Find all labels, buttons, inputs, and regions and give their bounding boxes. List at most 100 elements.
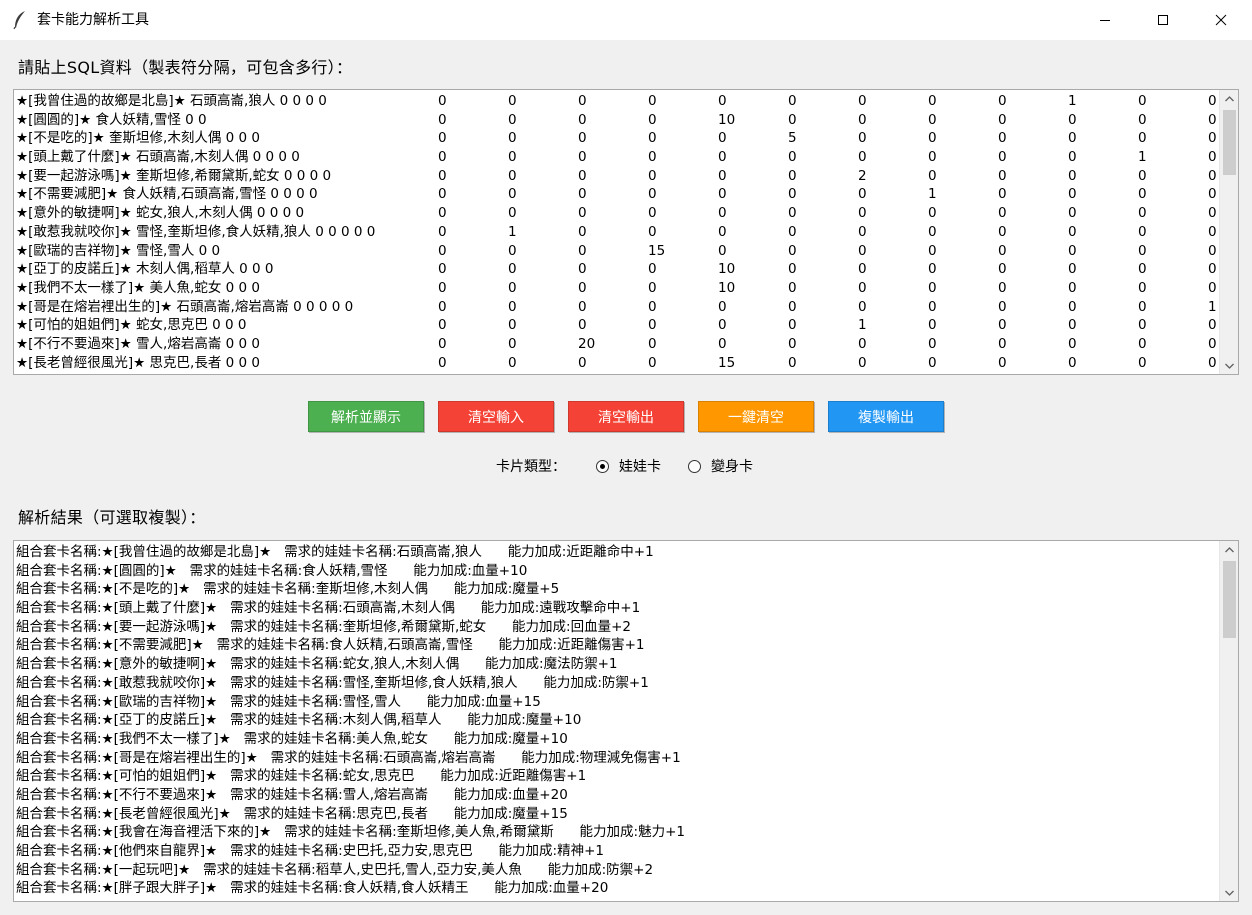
clear-input-button[interactable]: 清空輸入 — [438, 401, 554, 432]
input-line-text: ★[長老曾經很風光]★ 思克巴,長者 0 0 0 — [16, 354, 260, 371]
chevron-down-icon — [1225, 363, 1234, 369]
input-cell: 0 — [1208, 130, 1217, 147]
input-cell: 0 — [998, 186, 1007, 203]
input-cell: 0 — [508, 186, 517, 203]
scroll-down-arrow[interactable] — [1220, 884, 1238, 901]
input-cell: 0 — [788, 223, 797, 240]
input-cell: 0 — [1068, 111, 1077, 128]
input-cell: 0 — [508, 354, 517, 371]
input-cell: 0 — [718, 93, 727, 109]
input-cell: 0 — [438, 279, 447, 296]
input-cell: 0 — [438, 261, 447, 278]
input-cell: 0 — [1068, 242, 1077, 259]
input-cell: 0 — [998, 93, 1007, 109]
input-line: ★[頭上戴了什麼]★ 石頭高崙,木刻人偶 0 0 0 0 0 0 0 0 0 0 0 0 0 0 1 0 — [16, 148, 1218, 167]
input-cell: 0 — [578, 93, 587, 109]
input-cell: 0 — [508, 167, 517, 184]
input-cell: 0 — [648, 186, 657, 203]
close-button[interactable] — [1192, 0, 1250, 40]
radio-doll-card-label[interactable]: 娃娃卡 — [619, 457, 661, 477]
radio-doll-card[interactable] — [596, 460, 609, 473]
input-cell: 0 — [788, 93, 797, 109]
input-cell: 0 — [788, 205, 797, 222]
input-cell: 15 — [718, 354, 736, 371]
input-cell: 0 — [718, 205, 727, 222]
input-cell: 0 — [858, 130, 867, 147]
input-cell: 0 — [788, 298, 797, 315]
input-line: ★[不需要減肥]★ 食人妖精,石頭高崙,雪怪 0 0 0 0 0 0 0 0 0 0 0 1 0 0… — [16, 185, 1218, 204]
input-cell: 0 — [438, 149, 447, 166]
scroll-up-arrow[interactable] — [1220, 541, 1238, 558]
input-cell: 0 — [1138, 167, 1147, 184]
input-line-text: ★[頭上戴了什麼]★ 石頭高崙,木刻人偶 0 0 0 0 — [16, 149, 300, 166]
scroll-thumb[interactable] — [1223, 110, 1236, 175]
input-cell: 0 — [928, 317, 937, 334]
input-line-text: ★[不行不要過來]★ 雪人,熔岩高崙 0 0 0 — [16, 335, 260, 352]
input-line-text: ★[我們不太一樣了]★ 美人魚,蛇女 0 0 0 — [16, 279, 260, 296]
input-scrollbar[interactable] — [1219, 90, 1238, 374]
input-line: ★[長老曾經很風光]★ 思克巴,長者 0 0 0 0 0 0 0 15 0 0 0 0 0 0 0 — [16, 354, 1218, 372]
input-cell: 0 — [1068, 186, 1077, 203]
input-cell: 0 — [578, 149, 587, 166]
input-cell: 0 — [508, 93, 517, 109]
input-line: ★[要一起游泳嗎]★ 奎斯坦修,希爾黛斯,蛇女 0 0 0 0 0 0 0 0 0 0 2 0 0… — [16, 167, 1218, 186]
input-cell: 5 — [788, 130, 797, 147]
input-cell: 0 — [1138, 93, 1147, 109]
input-cell: 0 — [928, 354, 937, 371]
input-cell: 0 — [438, 93, 447, 109]
input-line: ★[我們不太一樣了]★ 美人魚,蛇女 0 0 0 0 0 0 0 10 0 0 0 0 0 0 0 — [16, 279, 1218, 298]
input-cell: 0 — [998, 317, 1007, 334]
input-cell: 0 — [648, 149, 657, 166]
input-cell: 0 — [1138, 130, 1147, 147]
clear-output-button[interactable]: 清空輸出 — [568, 401, 684, 432]
radio-transform-card-label[interactable]: 變身卡 — [711, 457, 753, 477]
input-cell: 0 — [718, 223, 727, 240]
input-cell: 2 — [858, 167, 867, 184]
clear-all-button[interactable]: 一鍵清空 — [698, 401, 814, 432]
input-cell: 0 — [1068, 223, 1077, 240]
input-cell: 0 — [508, 298, 517, 315]
input-line-text: ★[要一起游泳嗎]★ 奎斯坦修,希爾黛斯,蛇女 0 0 0 0 — [16, 167, 332, 184]
input-cell: 0 — [438, 317, 447, 334]
input-line-text: ★[亞丁的皮諾丘]★ 木刻人偶,稻草人 0 0 0 — [16, 261, 274, 278]
maximize-button[interactable] — [1134, 0, 1192, 40]
input-cell: 0 — [928, 111, 937, 128]
input-cell: 0 — [718, 298, 727, 315]
input-cell: 0 — [858, 335, 867, 352]
input-line: ★[歐瑞的吉祥物]★ 雪怪,雪人 0 0 0 0 0 15 0 0 0 0 0 0 0 0 — [16, 242, 1218, 261]
output-textarea[interactable]: 組合套卡名稱:★[我曾住過的故鄉是北島]★ 需求的娃娃卡名稱:石頭高崙,狼人 能… — [13, 540, 1239, 902]
input-cell: 0 — [578, 261, 587, 278]
chevron-up-icon — [1225, 546, 1234, 552]
output-scrollbar[interactable] — [1219, 541, 1238, 901]
input-cell: 0 — [648, 205, 657, 222]
input-cell: 0 — [998, 149, 1007, 166]
input-cell: 0 — [998, 111, 1007, 128]
radio-transform-card[interactable] — [688, 460, 701, 473]
sql-input-textarea[interactable]: ★[我曾住過的故鄉是北島]★ 石頭高崙,狼人 0 0 0 0 0 0 0 0 0 0 0 0 0 1… — [13, 89, 1239, 375]
scroll-down-arrow[interactable] — [1220, 357, 1238, 374]
parse-button[interactable]: 解析並顯示 — [308, 401, 424, 432]
input-cell: 0 — [928, 279, 937, 296]
input-cell: 0 — [1208, 242, 1217, 259]
output-line: 組合套卡名稱:★[意外的敏捷啊]★ 需求的娃娃卡名稱:蛇女,狼人,木刻人偶 能力… — [16, 656, 618, 673]
input-cell: 0 — [1138, 317, 1147, 334]
input-cell: 0 — [718, 335, 727, 352]
scroll-up-arrow[interactable] — [1220, 90, 1238, 107]
input-cell: 0 — [1138, 354, 1147, 371]
feather-icon — [13, 11, 25, 30]
input-cell: 10 — [718, 261, 736, 278]
input-cell: 0 — [1138, 261, 1147, 278]
input-line: ★[可怕的姐姐們]★ 蛇女,思克巴 0 0 0 0 0 0 0 0 0 1 0 0 0 0 0 — [16, 316, 1218, 335]
input-cell: 0 — [928, 149, 937, 166]
input-cell: 0 — [788, 317, 797, 334]
input-cell: 0 — [788, 335, 797, 352]
input-cell: 0 — [998, 242, 1007, 259]
minimize-button[interactable] — [1076, 0, 1134, 40]
output-line: 組合套卡名稱:★[要一起游泳嗎]★ 需求的娃娃卡名稱:奎斯坦修,希爾黛斯,蛇女 … — [16, 618, 631, 635]
scroll-thumb[interactable] — [1223, 561, 1236, 638]
input-cell: 0 — [578, 298, 587, 315]
input-line-text: ★[不是吃的]★ 奎斯坦修,木刻人偶 0 0 0 — [16, 130, 260, 147]
copy-output-button[interactable]: 複製輸出 — [828, 401, 944, 432]
input-cell: 0 — [578, 111, 587, 128]
input-cell: 0 — [1138, 223, 1147, 240]
